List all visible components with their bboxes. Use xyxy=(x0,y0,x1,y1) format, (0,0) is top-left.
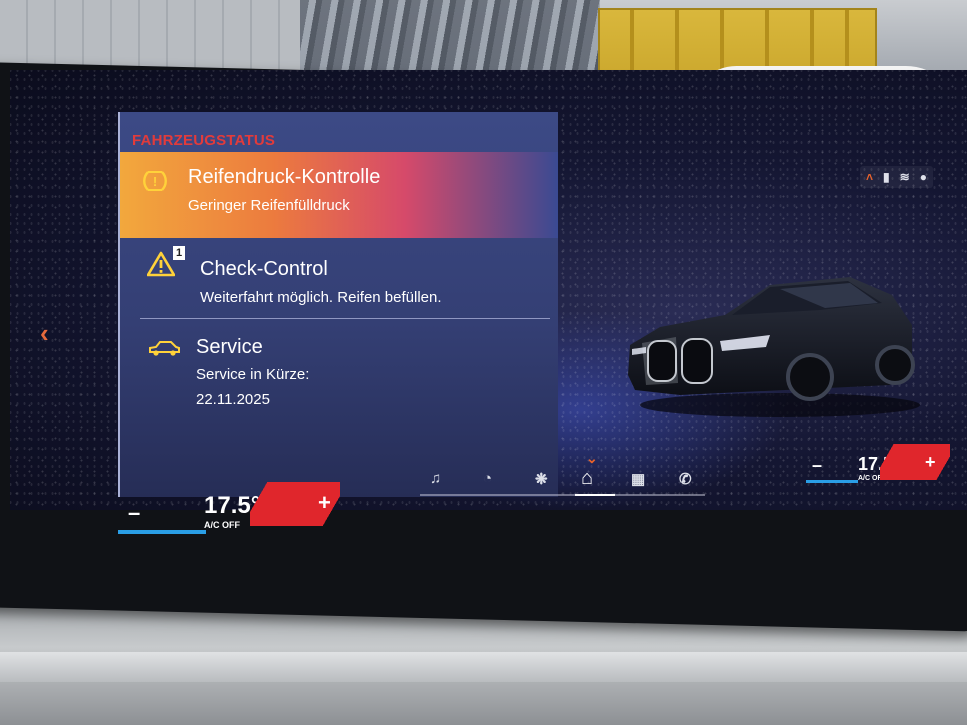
status-item-title: Check-Control xyxy=(200,258,328,280)
status-item-tire-pressure[interactable]: ! Reifendruck-Kontrolle Geringer Reifenf… xyxy=(120,152,558,238)
panel-title: FAHRZEUGSTATUS xyxy=(132,132,276,149)
home-icon[interactable]: ⌂ xyxy=(581,467,593,490)
temp-decrease-button[interactable]: – xyxy=(812,455,822,476)
service-date: 22.11.2025 xyxy=(196,391,270,408)
svg-text:!: ! xyxy=(153,174,157,189)
active-tab-indicator xyxy=(575,494,615,496)
fan-icon[interactable]: ❋ xyxy=(535,470,548,488)
status-item-subtitle: Weiterfahrt möglich. Reifen befüllen. xyxy=(200,289,442,306)
top-status-strip: ˄ ▮ ≋ ● xyxy=(860,166,933,188)
tire-pressure-warning-icon: ! xyxy=(142,168,168,194)
nav-underline xyxy=(420,494,705,496)
chevron-up-icon[interactable]: ˄ xyxy=(866,170,873,184)
message-count-badge: 1 xyxy=(173,246,185,260)
divider xyxy=(140,318,550,319)
dashboard-trim xyxy=(0,652,967,682)
temp-increase-button[interactable]: + xyxy=(318,490,331,516)
bottom-nav-bar: ⌄ ♫ ◔ ❋ ⌂ ▦ ✆ xyxy=(420,450,705,496)
status-item-service[interactable] xyxy=(120,322,558,412)
vehicle-image xyxy=(628,277,920,417)
seat-heating-icon: ≋ xyxy=(899,170,910,184)
temp-decrease-button[interactable]: – xyxy=(128,500,140,526)
battery-icon: ▮ xyxy=(883,170,890,184)
warning-triangle-icon xyxy=(146,251,176,277)
status-item-subtitle: Geringer Reifenfülldruck xyxy=(188,197,350,214)
temp-cold-indicator xyxy=(806,480,858,483)
status-item-subtitle: Service in Kürze: xyxy=(196,366,310,383)
car-service-icon xyxy=(146,338,182,358)
status-item-title: Service xyxy=(196,336,263,358)
vehicle-status-panel: FAHRZEUGSTATUS ! Reifendruck-Kontrolle G… xyxy=(118,112,558,497)
apps-grid-icon[interactable]: ▦ xyxy=(631,470,645,488)
temp-cold-indicator xyxy=(118,530,206,534)
status-item-check-control[interactable] xyxy=(120,238,558,318)
status-item-title: Reifendruck-Kontrolle xyxy=(188,166,381,188)
speedometer-icon[interactable]: ◔ xyxy=(483,470,492,487)
temp-warm-indicator xyxy=(880,444,950,480)
chevron-down-icon[interactable]: ⌄ xyxy=(586,450,598,467)
phone-icon[interactable]: ✆ xyxy=(679,470,692,488)
back-chevron-icon[interactable]: ‹ xyxy=(40,318,49,349)
eco-icon: ● xyxy=(919,170,927,184)
temp-increase-button[interactable]: + xyxy=(925,452,936,473)
music-icon[interactable]: ♫ xyxy=(430,470,441,487)
